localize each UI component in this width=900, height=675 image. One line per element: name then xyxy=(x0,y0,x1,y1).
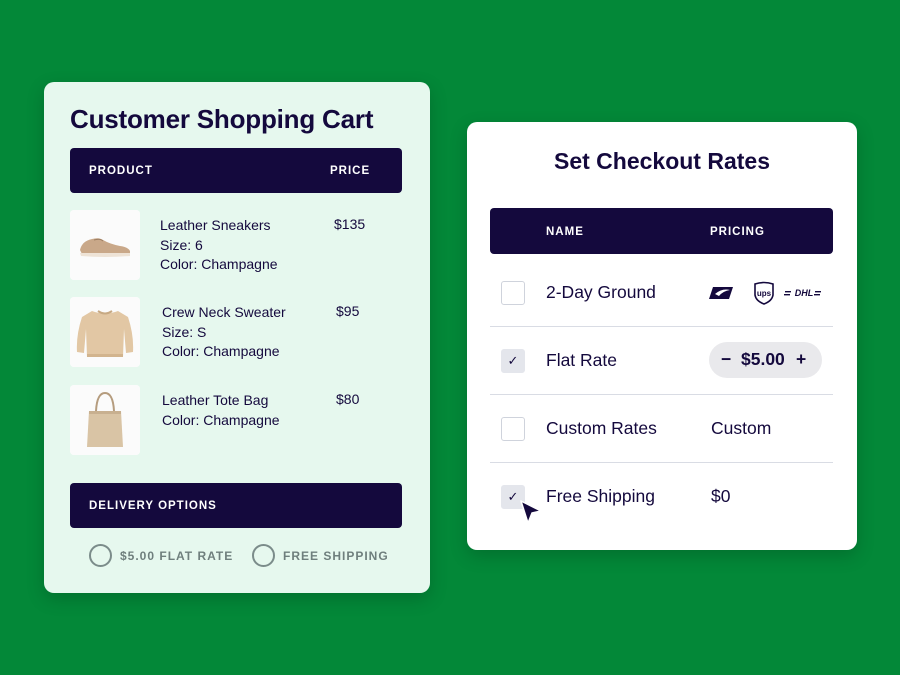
rate-row-flat-rate: ✓ Flat Rate − $5.00 + xyxy=(490,327,833,395)
item-name: Leather Sneakers xyxy=(160,217,271,233)
rate-pricing: $0 xyxy=(711,486,731,506)
rate-checkbox[interactable] xyxy=(501,417,525,441)
tote-bag-image xyxy=(70,385,140,455)
free-shipping-radio[interactable]: FREE SHIPPING xyxy=(252,544,389,567)
ups-logo-icon: ups xyxy=(753,281,775,305)
cart-item-tote: Leather Tote Bag Color: Champagne $80 xyxy=(70,385,402,457)
rate-checkbox[interactable]: ✓ xyxy=(501,349,525,373)
item-color: Color: Champagne xyxy=(160,256,278,272)
price-column-header: PRICE xyxy=(330,165,371,177)
delivery-options-group: $5.00 FLAT RATE FREE SHIPPING xyxy=(89,544,399,568)
rate-row-2-day-ground: 2-Day Ground ups DHL xyxy=(490,259,833,327)
item-size: Size: S xyxy=(162,323,207,340)
checkout-rates-card: Set Checkout Rates NAME PRICING 2-Day Gr… xyxy=(467,122,857,550)
item-color: Color: Champagne xyxy=(162,343,280,359)
shopping-cart-card: Customer Shopping Cart PRODUCT PRICE Lea… xyxy=(44,82,430,593)
flat-rate-radio[interactable]: $5.00 FLAT RATE xyxy=(89,544,233,567)
rate-name: Free Shipping xyxy=(546,486,655,506)
flat-rate-stepper[interactable]: − $5.00 + xyxy=(709,342,822,378)
radio-circle[interactable] xyxy=(89,544,112,567)
delivery-options-header: DELIVERY OPTIONS xyxy=(70,483,402,528)
rate-name: Flat Rate xyxy=(546,350,617,370)
stepper-value: $5.00 xyxy=(741,349,785,369)
mouse-pointer-icon xyxy=(519,499,545,529)
item-price: $80 xyxy=(336,391,360,407)
ups-logo-text: ups xyxy=(757,289,772,298)
sneaker-image xyxy=(70,210,140,280)
cart-item-sneakers: Leather Sneakers Size: 6 Color: Champagn… xyxy=(70,210,402,282)
product-column-header: PRODUCT xyxy=(89,165,153,177)
dhl-logo-icon: DHL xyxy=(784,281,822,305)
item-price: $95 xyxy=(336,303,360,319)
item-color: Color: Champagne xyxy=(162,411,280,428)
item-name: Crew Neck Sweater xyxy=(162,304,286,320)
item-size: Size: 6 xyxy=(160,236,203,253)
radio-label: $5.00 FLAT RATE xyxy=(120,548,234,563)
cart-item-sweater: Crew Neck Sweater Size: S Color: Champag… xyxy=(70,297,402,369)
delivery-options-label: DELIVERY OPTIONS xyxy=(89,500,217,512)
carrier-logos: ups DHL xyxy=(708,281,828,305)
rate-pricing: Custom xyxy=(711,418,772,438)
name-column-header: NAME xyxy=(546,226,584,238)
item-name: Leather Tote Bag xyxy=(162,392,269,408)
rate-checkbox[interactable] xyxy=(501,281,525,305)
cart-table-header: PRODUCT PRICE xyxy=(70,148,402,193)
rate-row-custom-rates: Custom Rates Custom xyxy=(490,395,833,463)
item-price: $135 xyxy=(334,216,366,232)
rates-table-header: NAME PRICING xyxy=(490,208,833,254)
rate-name: Custom Rates xyxy=(546,418,657,438)
pricing-column-header: PRICING xyxy=(710,226,765,238)
rate-name: 2-Day Ground xyxy=(546,282,656,302)
usps-logo-icon xyxy=(708,281,734,305)
dhl-logo-text: DHL xyxy=(795,288,814,298)
radio-label: FREE SHIPPING xyxy=(283,548,389,563)
sweater-image xyxy=(70,297,140,367)
rates-title: Set Checkout Rates xyxy=(553,148,770,174)
cart-title: Customer Shopping Cart xyxy=(70,104,374,134)
increment-button[interactable]: + xyxy=(796,349,806,370)
decrement-button[interactable]: − xyxy=(721,349,731,370)
radio-circle[interactable] xyxy=(252,544,275,567)
